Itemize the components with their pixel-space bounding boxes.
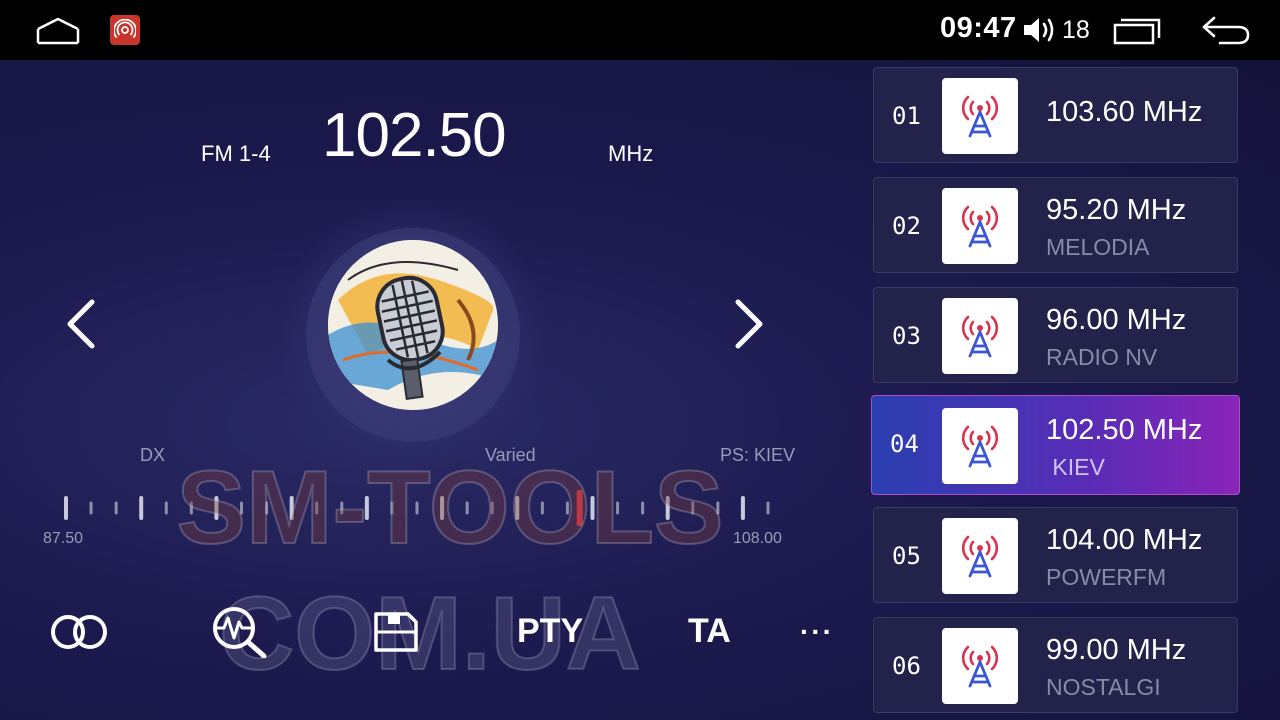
antenna-icon [942,518,1018,594]
preset-item[interactable]: 06 99.00 MHz NOSTALGI [873,617,1238,713]
seek-prev-button[interactable] [60,296,104,352]
preset-item[interactable]: 05 104.00 MHz POWERFM [873,507,1238,603]
antenna-icon [942,628,1018,704]
tuning-scale[interactable] [54,490,780,526]
back-icon[interactable] [1200,14,1252,46]
preset-station-name: MELODIA [1046,234,1150,260]
preset-frequency: 103.60 MHz [1046,96,1203,128]
preset-frequency: 95.20 MHz [1046,194,1187,226]
preset-station-name: KIEV [1046,454,1105,480]
clock: 09:47 [940,12,1017,44]
frequency-unit: MHz [608,141,654,166]
microphone-icon [328,240,498,410]
scan-search-icon[interactable] [206,606,270,658]
antenna-icon [942,408,1018,484]
antenna-icon [942,298,1018,374]
preset-item[interactable]: 02 95.20 MHz MELODIA [873,177,1238,273]
antenna-icon [942,78,1018,154]
preset-item-active[interactable]: 04 102.50 MHz KIEV [871,395,1240,495]
preset-item[interactable]: 01 103.60 MHz [873,67,1238,163]
dx-label: DX [140,445,166,465]
preset-number: 01 [892,102,921,130]
seek-next-button[interactable] [726,296,770,352]
preset-number: 02 [892,212,921,240]
preset-frequency: 99.00 MHz [1046,634,1187,666]
range-min-label: 87.50 [43,530,84,547]
preset-item[interactable]: 03 96.00 MHz RADIO NV [873,287,1238,383]
preset-frequency: 104.00 MHz [1046,524,1203,556]
pty-button[interactable]: PTY [517,612,583,651]
antenna-icon [942,188,1018,264]
save-icon[interactable] [372,610,420,654]
stereo-icon[interactable] [48,612,112,652]
station-artwork [328,240,498,410]
range-max-label: 108.00 [733,530,782,547]
preset-number: 05 [892,542,921,570]
more-button[interactable]: ··· [800,616,834,648]
ta-button[interactable]: TA [688,612,731,651]
volume-level: 18 [1062,16,1090,44]
current-frequency: 102.50 [322,101,507,170]
preset-frequency: 102.50 MHz [1046,414,1203,446]
preset-number: 03 [892,322,921,350]
preset-station-name: RADIO NV [1046,344,1158,370]
radio-main-panel: FM 1-4 102.50 MHz DX Varied PS: KIEV 87.… [0,60,1280,720]
band-label[interactable]: FM 1-4 [201,141,271,167]
status-bar: 09:47 18 [0,0,1280,60]
radio-app-icon[interactable] [110,15,140,45]
volume-icon[interactable] [1022,15,1058,45]
preset-number: 06 [892,652,921,680]
preset-number: 04 [890,430,919,458]
preset-frequency: 96.00 MHz [1046,304,1187,336]
pty-type-label: Varied [485,445,536,465]
recent-apps-icon[interactable] [1112,16,1162,46]
tuning-marker[interactable] [576,490,583,526]
home-icon[interactable] [36,16,80,46]
preset-station-name: NOSTALGI [1046,674,1161,700]
ps-label: PS: KIEV [720,445,796,465]
preset-station-name: POWERFM [1046,564,1167,590]
